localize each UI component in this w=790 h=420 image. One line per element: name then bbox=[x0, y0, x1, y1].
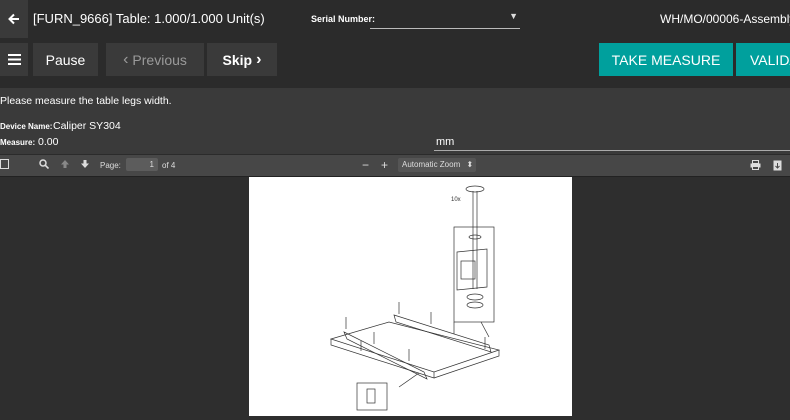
back-button[interactable] bbox=[0, 0, 28, 38]
validate-label: VALIDATE bbox=[750, 51, 790, 68]
serial-number-select[interactable]: ▼ bbox=[370, 10, 520, 29]
zoom-in-button[interactable]: + bbox=[381, 158, 388, 172]
measure-value[interactable]: 0.00 bbox=[38, 136, 58, 148]
skip-button[interactable]: Skip › bbox=[207, 43, 277, 76]
download-icon bbox=[773, 160, 782, 171]
zoom-value: Automatic Zoom bbox=[402, 160, 461, 169]
pdf-page: 10x bbox=[249, 177, 572, 416]
pause-label: Pause bbox=[45, 51, 86, 68]
previous-label: Previous bbox=[132, 51, 187, 68]
manufacturing-order-reference: WH/MO/00006-Assembly bbox=[660, 12, 790, 26]
unit-underline bbox=[434, 150, 790, 151]
pdf-search-button[interactable] bbox=[39, 159, 49, 169]
zoom-select[interactable]: Automatic Zoom ⬍ bbox=[398, 158, 476, 172]
arrow-left-icon bbox=[8, 13, 19, 25]
next-page-button[interactable] bbox=[80, 159, 90, 169]
menu-button[interactable] bbox=[0, 43, 28, 76]
download-button[interactable] bbox=[773, 160, 782, 171]
caret-down-icon: ▼ bbox=[509, 11, 518, 21]
device-name-value: Caliper SY304 bbox=[53, 120, 121, 132]
instruction-text: Please measure the table legs width. bbox=[0, 95, 172, 107]
caret-updown-icon: ⬍ bbox=[466, 160, 474, 169]
page-label: Page: bbox=[100, 161, 121, 170]
search-icon bbox=[39, 159, 49, 169]
take-measure-button[interactable]: TAKE MEASURE bbox=[599, 43, 733, 76]
sidebar-toggle-button[interactable] bbox=[0, 159, 9, 169]
chevron-left-icon: ‹ bbox=[123, 50, 129, 68]
page-title: [FURN_9666] Table: 1.000/1.000 Unit(s) bbox=[33, 11, 265, 26]
hamburger-icon bbox=[7, 54, 21, 65]
previous-button[interactable]: ‹ Previous bbox=[106, 43, 204, 76]
device-name-label: Device Name: bbox=[0, 122, 53, 131]
skip-label: Skip bbox=[222, 51, 253, 68]
validate-button[interactable]: VALIDATE bbox=[736, 43, 790, 76]
arrow-down-icon bbox=[81, 160, 89, 168]
arrow-up-icon bbox=[61, 160, 69, 168]
drawing-quantity-label: 10x bbox=[451, 197, 461, 203]
serial-number-label: Serial Number: bbox=[311, 14, 376, 24]
plus-icon: + bbox=[381, 158, 389, 172]
previous-page-button[interactable] bbox=[60, 159, 70, 169]
chevron-right-icon: › bbox=[256, 50, 262, 68]
pause-button[interactable]: Pause bbox=[33, 43, 98, 76]
take-measure-label: TAKE MEASURE bbox=[611, 51, 721, 68]
minus-icon: − bbox=[362, 158, 370, 172]
page-total: of 4 bbox=[162, 161, 176, 170]
page-number-input[interactable]: 1 bbox=[126, 158, 158, 171]
assembly-drawing: 10x bbox=[329, 185, 501, 411]
unit-of-measure[interactable]: mm bbox=[436, 136, 454, 148]
measure-label: Measure: bbox=[0, 138, 36, 147]
sidebar-toggle-icon bbox=[0, 159, 9, 169]
print-button[interactable] bbox=[750, 160, 761, 170]
print-icon bbox=[750, 160, 761, 170]
zoom-out-button[interactable]: − bbox=[362, 158, 369, 172]
